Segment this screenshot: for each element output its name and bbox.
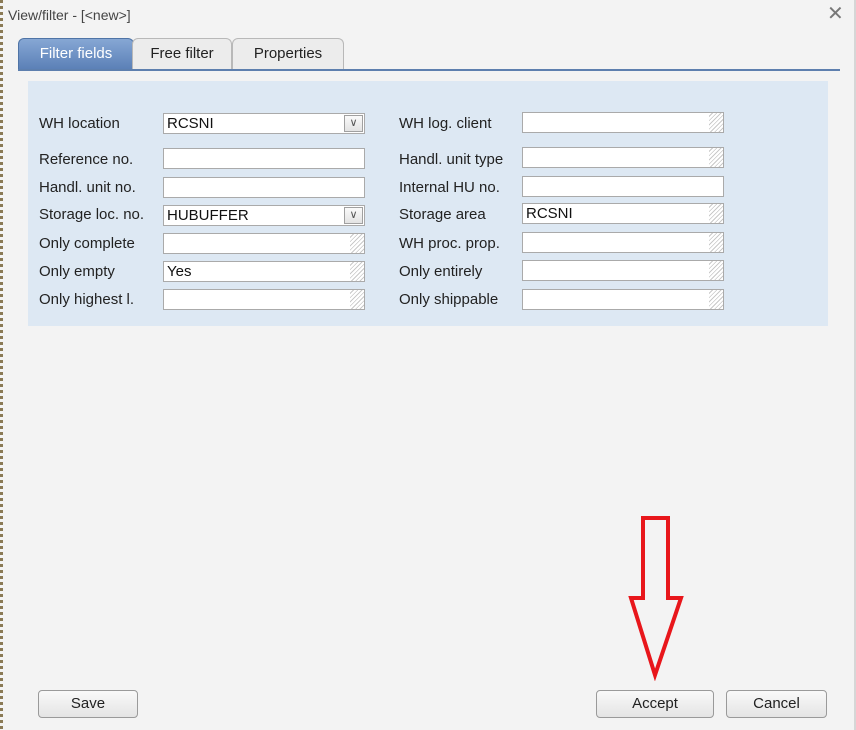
internal-hu-no-input[interactable] (522, 176, 724, 197)
label-only-highest: Only highest l. (39, 291, 135, 308)
chevron-down-icon[interactable]: ∨ (344, 115, 363, 132)
window-title: View/filter - [<new>] (8, 7, 131, 23)
label-wh-log-client: WH log. client (399, 115, 492, 132)
storage-area-select[interactable]: RCSNI (522, 203, 724, 224)
label-only-empty: Only empty (39, 263, 115, 280)
label-only-entirely: Only entirely (399, 263, 483, 280)
label-wh-proc-prop: WH proc. prop. (399, 235, 500, 252)
wh-location-value: RCSNI (167, 115, 214, 132)
only-entirely-select[interactable] (522, 260, 724, 281)
only-empty-select[interactable]: Yes (163, 261, 365, 282)
storage-loc-no-value: HUBUFFER (167, 207, 249, 224)
close-icon[interactable]: ✕ (827, 4, 844, 24)
tab-free-filter[interactable]: Free filter (132, 38, 232, 70)
red-down-arrow-annotation (628, 516, 684, 681)
label-only-complete: Only complete (39, 235, 135, 252)
only-highest-select[interactable] (163, 289, 365, 310)
label-handl-unit-no: Handl. unit no. (39, 179, 136, 196)
chevron-down-icon[interactable]: ∨ (344, 207, 363, 224)
label-only-shippable: Only shippable (399, 291, 499, 308)
background-window-edge (0, 0, 3, 730)
wh-location-dropdown[interactable]: RCSNI ∨ (163, 113, 365, 134)
only-complete-select[interactable] (163, 233, 365, 254)
wh-log-client-select[interactable] (522, 112, 724, 133)
wh-proc-prop-select[interactable] (522, 232, 724, 253)
label-reference-no: Reference no. (39, 151, 134, 168)
label-wh-location: WH location (39, 115, 120, 132)
handl-unit-type-select[interactable] (522, 147, 724, 168)
label-storage-loc-no: Storage loc. no. (39, 206, 145, 223)
save-button[interactable]: Save (38, 690, 138, 718)
label-internal-hu-no: Internal HU no. (399, 179, 500, 196)
label-handl-unit-type: Handl. unit type (399, 151, 504, 168)
tab-underline (18, 69, 840, 71)
reference-no-input[interactable] (163, 148, 365, 169)
storage-loc-no-dropdown[interactable]: HUBUFFER ∨ (163, 205, 365, 226)
tab-properties[interactable]: Properties (232, 38, 344, 70)
tab-filter-fields[interactable]: Filter fields (18, 38, 134, 70)
handl-unit-no-input[interactable] (163, 177, 365, 198)
label-storage-area: Storage area (399, 206, 486, 223)
cancel-button[interactable]: Cancel (726, 690, 827, 718)
accept-button[interactable]: Accept (596, 690, 714, 718)
only-shippable-select[interactable] (522, 289, 724, 310)
